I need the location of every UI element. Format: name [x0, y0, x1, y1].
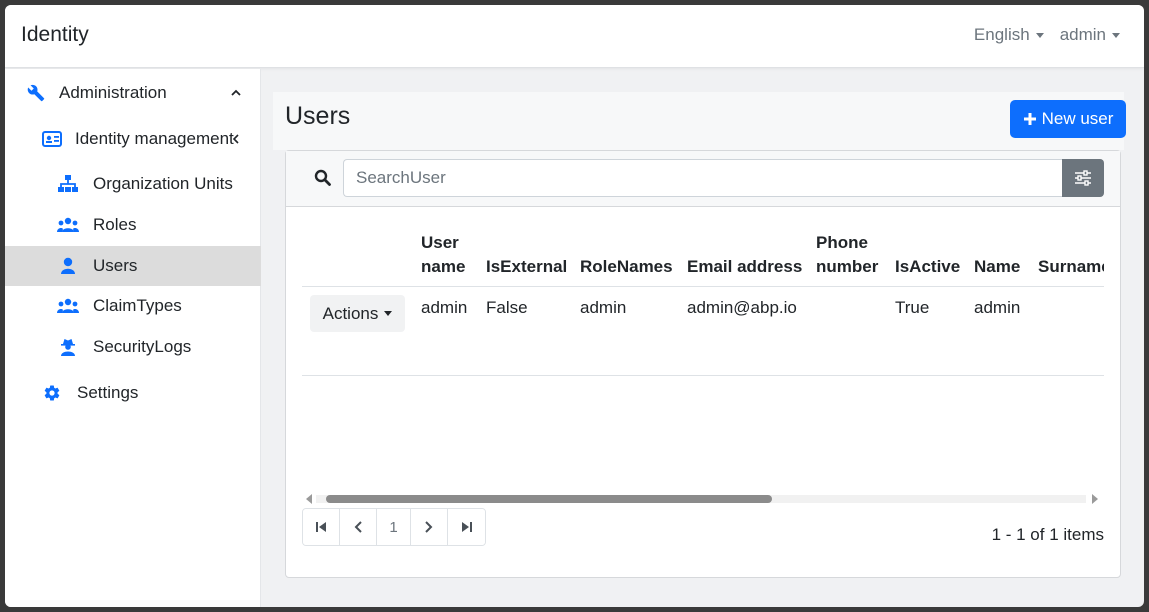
first-page-icon: [316, 522, 326, 532]
language-label: English: [973, 25, 1030, 44]
page-header: Users New user: [273, 92, 1126, 150]
plus-icon: [1023, 113, 1036, 125]
caret-down-icon: [1035, 32, 1044, 38]
column-header-email[interactable]: Email address: [687, 255, 802, 279]
column-header-isactive[interactable]: IsActive: [895, 255, 960, 279]
user-label: admin: [1059, 25, 1106, 44]
id-card-icon: [41, 128, 63, 150]
sidebar-item-label: SecurityLogs: [93, 337, 192, 356]
search-icon: [314, 169, 331, 191]
chevron-left-icon: [231, 129, 241, 149]
caret-down-icon: [384, 311, 393, 316]
sliders-icon: [1075, 170, 1091, 186]
next-page-button[interactable]: [411, 509, 448, 545]
horizontal-scrollbar[interactable]: [302, 493, 1104, 505]
sidebar: Administration Identity management Organ…: [5, 69, 261, 607]
chevron-right-icon: [425, 521, 433, 533]
users-card: Username IsExternal RoleNames Email addr…: [285, 150, 1121, 578]
last-page-icon: [461, 522, 472, 532]
header-divider: [302, 286, 1104, 287]
items-count: 1 - 1 of 1 items: [991, 525, 1104, 544]
user-secret-icon: [57, 336, 79, 358]
sidebar-item-settings[interactable]: Settings: [5, 373, 261, 413]
user-dropdown[interactable]: admin: [1060, 25, 1120, 45]
sidebar-item-organization-units[interactable]: Organization Units: [5, 164, 261, 204]
language-dropdown[interactable]: English: [974, 25, 1044, 45]
cell-username: admin: [421, 298, 468, 317]
navbar-right: English admin: [974, 25, 1120, 45]
users-icon: [57, 295, 79, 317]
sitemap-icon: [57, 173, 79, 195]
column-header-isexternal[interactable]: IsExternal: [486, 255, 567, 279]
actions-dropdown-button[interactable]: Actions: [310, 295, 405, 332]
cell-rolenames: admin: [580, 298, 627, 317]
page-title: Users: [285, 102, 351, 130]
page-number-button[interactable]: 1: [377, 509, 411, 545]
actions-label: Actions: [322, 303, 379, 323]
search-bar: [286, 151, 1120, 207]
cell-isactive: True: [895, 298, 930, 317]
sidebar-item-securitylogs[interactable]: SecurityLogs: [5, 327, 261, 367]
scroll-thumb[interactable]: [326, 495, 772, 503]
column-header-username[interactable]: User name: [421, 231, 465, 279]
user-icon: [57, 255, 79, 277]
cell-email: admin@abp.io: [687, 298, 797, 317]
brand-title[interactable]: Identity: [21, 23, 89, 47]
sidebar-item-claimtypes[interactable]: ClaimTypes: [5, 286, 261, 326]
chevron-left-icon: [354, 521, 362, 533]
first-page-button[interactable]: [303, 509, 340, 545]
last-page-button[interactable]: [448, 509, 485, 545]
gear-icon: [41, 382, 63, 404]
chevron-up-icon: [231, 83, 241, 103]
row-divider: [302, 375, 1104, 376]
column-header-name[interactable]: Name: [974, 255, 1020, 279]
previous-page-button[interactable]: [340, 509, 377, 545]
scroll-right-icon[interactable]: [1092, 494, 1098, 504]
sidebar-item-label: ClaimTypes: [93, 296, 182, 315]
pagination: 1: [302, 508, 486, 546]
column-header-rolenames[interactable]: RoleNames: [580, 255, 673, 279]
wrench-icon: [25, 82, 47, 104]
sidebar-item-roles[interactable]: Roles: [5, 205, 261, 245]
sidebar-item-users[interactable]: Users: [5, 246, 261, 286]
sidebar-item-label: Settings: [77, 383, 139, 402]
app-window: Identity English admin Administration Id…: [5, 5, 1144, 607]
new-user-label: New user: [1041, 109, 1114, 128]
cell-isexternal: False: [486, 298, 528, 317]
sidebar-item-label: Roles: [93, 215, 137, 234]
advanced-filter-button[interactable]: [1062, 159, 1104, 197]
caret-down-icon: [1112, 32, 1120, 38]
sidebar-item-label: Identity management: [75, 129, 234, 148]
scroll-left-icon[interactable]: [306, 494, 312, 504]
sidebar-item-label: Users: [93, 256, 138, 275]
search-input[interactable]: [343, 159, 1063, 197]
sidebar-item-label: Organization Units: [93, 174, 233, 193]
cell-name: admin: [974, 298, 1021, 317]
top-navbar: Identity English admin: [5, 5, 1144, 68]
column-header-surname[interactable]: Surname: [1038, 255, 1104, 279]
sidebar-item-label: Administration: [59, 83, 167, 102]
new-user-button[interactable]: New user: [1010, 100, 1126, 138]
users-icon: [57, 214, 79, 236]
sidebar-item-identity-management[interactable]: Identity management: [5, 119, 261, 159]
column-header-phone[interactable]: Phone number: [816, 231, 878, 279]
sidebar-item-administration[interactable]: Administration: [5, 73, 261, 113]
